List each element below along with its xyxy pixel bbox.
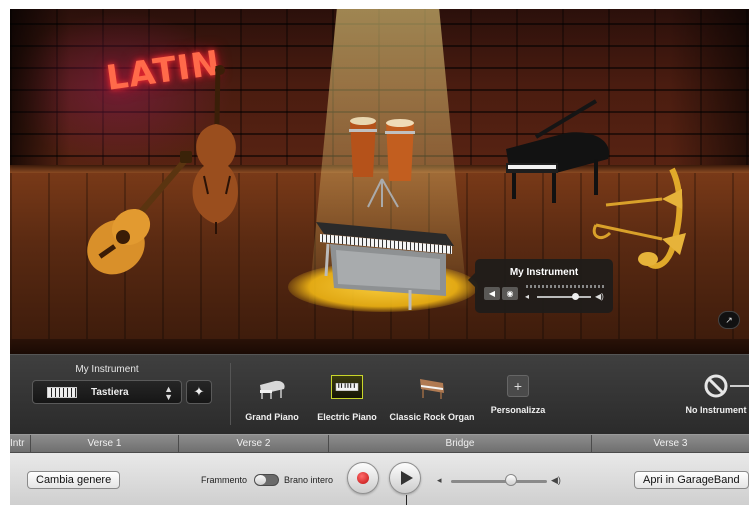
level-meter	[526, 285, 606, 288]
stage-front-edge	[10, 339, 749, 354]
double-bass-icon[interactable]	[178, 64, 248, 234]
tile-classic-rock-organ[interactable]: Classic Rock Organ	[386, 375, 478, 422]
expand-icon: ↗	[725, 315, 733, 325]
connector-line	[730, 385, 749, 387]
section-verse-3[interactable]: Verse 3	[591, 435, 749, 454]
fragment-label: Frammento	[201, 475, 248, 485]
fullscreen-button[interactable]: ↗	[718, 311, 740, 329]
tile-grand-piano[interactable]: Grand Piano	[240, 375, 304, 422]
magic-garageband-window: LATIN My Instrument ◀ ◉ ◂ ◀) ↗ My Instru…	[10, 9, 749, 505]
mute-button[interactable]: ◀	[484, 287, 500, 300]
divider	[230, 363, 231, 425]
speaker-mute-icon: ◀	[488, 289, 496, 298]
track-volume-slider[interactable]	[537, 296, 591, 298]
solo-button[interactable]: ◉	[502, 287, 518, 300]
playback-mode-toggle[interactable]	[254, 474, 279, 486]
popup-arrows-icon: ▲ ▼	[164, 384, 173, 402]
volume-low-icon: ◂	[525, 292, 530, 301]
open-in-garageband-button[interactable]: Apri in GarageBand	[634, 471, 749, 489]
record-icon	[357, 472, 369, 484]
preset-value: Tastiera	[91, 387, 129, 398]
track-mixer-popover: My Instrument ◀ ◉ ◂ ◀)	[468, 259, 613, 313]
organ-icon	[420, 379, 444, 399]
wrench-icon: ✦	[193, 384, 205, 399]
tile-label: Personalizza	[490, 405, 546, 415]
wall-shadow-right	[669, 9, 749, 179]
section-intro[interactable]: Intr	[10, 435, 30, 454]
electric-piano-icon[interactable]	[306, 204, 456, 314]
wall-shadow-left	[10, 9, 70, 179]
headphones-icon: ◉	[506, 289, 514, 298]
play-icon	[401, 471, 413, 485]
grand-piano-icon	[260, 380, 285, 399]
volume-high-icon: ◀)	[551, 475, 561, 485]
settings-button[interactable]: ✦	[186, 380, 212, 404]
tile-electric-piano[interactable]: Electric Piano	[310, 375, 384, 422]
record-button[interactable]	[347, 462, 379, 494]
change-genre-button[interactable]: Cambia genere	[27, 471, 121, 489]
toggle-knob	[255, 475, 266, 485]
tile-label: Electric Piano	[317, 412, 377, 422]
electric-piano-icon	[331, 375, 363, 399]
tile-label: Classic Rock Organ	[389, 412, 475, 422]
current-instrument-label: My Instrument	[75, 364, 139, 375]
no-instrument-label: No Instrument	[685, 405, 747, 415]
full-song-label: Brano intero	[284, 475, 334, 485]
tile-personalizza[interactable]: + Personalizza	[486, 375, 550, 415]
track-volume-knob[interactable]	[571, 293, 579, 300]
no-instrument-button[interactable]: No Instrument	[676, 373, 749, 415]
section-bridge[interactable]: Bridge	[328, 435, 591, 454]
popover-title: My Instrument	[509, 267, 579, 278]
preset-popup[interactable]: Tastiera ▲ ▼	[32, 380, 182, 404]
instrument-bar: My Instrument Tastiera ▲▼ ✦ Grand Piano	[10, 354, 749, 434]
master-volume-knob[interactable]	[504, 474, 517, 486]
volume-high-icon: ◀)	[595, 292, 604, 301]
volume-low-icon: ◂	[437, 475, 442, 485]
control-bar: Cambia genere Frammento Brano intero ◂ ◀…	[10, 453, 749, 505]
song-sections-ruler: Intr Verse 1 Verse 2 Bridge Verse 3	[10, 434, 749, 454]
play-button[interactable]	[389, 462, 421, 494]
plus-icon: +	[507, 375, 529, 397]
stage: LATIN My Instrument ◀ ◉ ◂ ◀) ↗	[10, 9, 749, 354]
section-verse-1[interactable]: Verse 1	[30, 435, 178, 454]
keyboard-icon	[47, 387, 77, 398]
tile-label: Grand Piano	[245, 412, 299, 422]
playhead[interactable]	[406, 495, 407, 505]
congas-icon[interactable]	[346, 109, 426, 209]
prohibited-icon	[704, 374, 728, 398]
section-verse-2[interactable]: Verse 2	[178, 435, 328, 454]
master-volume-slider[interactable]	[451, 480, 547, 483]
